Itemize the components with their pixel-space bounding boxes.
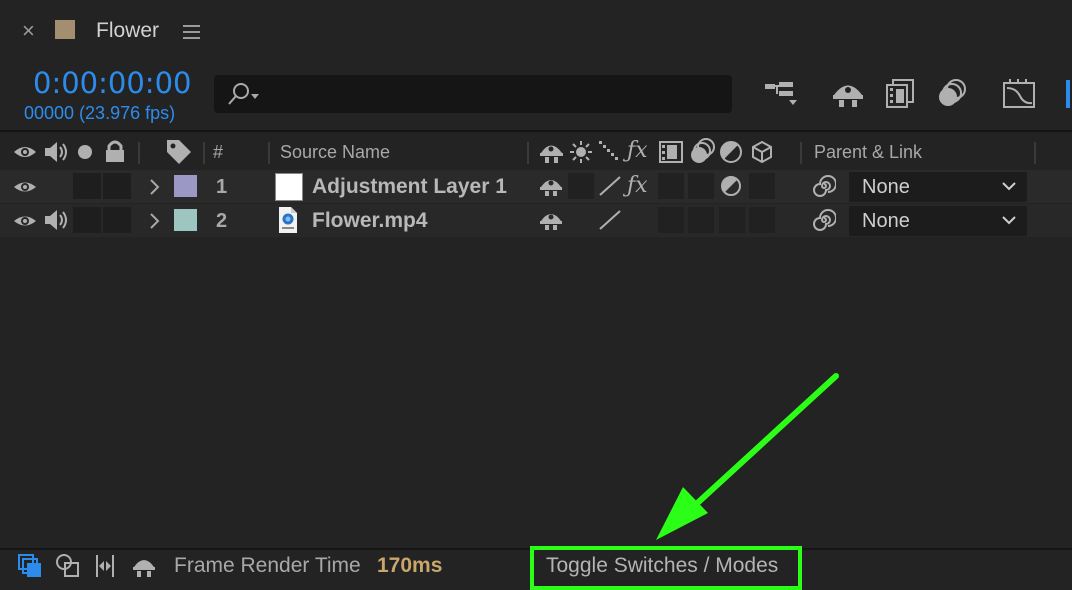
- frame-blend-switch[interactable]: [658, 207, 684, 233]
- collapse-transformations-icon[interactable]: [569, 140, 593, 164]
- adjustment-switch[interactable]: [719, 207, 745, 233]
- lock-switch[interactable]: [103, 207, 131, 233]
- solo-switch[interactable]: [73, 207, 101, 233]
- layer-number: 1: [216, 176, 228, 198]
- frame-render-time-label: Frame Render Time: [174, 554, 361, 577]
- chevron-down-icon: [1001, 214, 1017, 226]
- label-tag-icon[interactable]: [165, 138, 193, 164]
- layer-row[interactable]: 2 Flower.mp4 None: [0, 204, 1072, 237]
- column-parent-link-header[interactable]: Parent & Link: [814, 142, 922, 163]
- overflow-icon[interactable]: [1064, 78, 1072, 110]
- 3d-layer-switch[interactable]: [749, 173, 775, 199]
- in-out-duration-toggle-icon[interactable]: [92, 553, 118, 579]
- panel-tab-bar: [0, 0, 1072, 62]
- quality-best-icon[interactable]: [598, 175, 622, 197]
- lock-icon[interactable]: [104, 139, 126, 163]
- layer-row[interactable]: 1 Adjustment Layer 1 ƒx None: [0, 170, 1072, 203]
- composition-color-swatch: [55, 20, 75, 39]
- eye-icon[interactable]: [13, 142, 37, 162]
- layer-switches-toggle-icon[interactable]: [17, 553, 43, 579]
- search-input[interactable]: [214, 75, 732, 113]
- motion-blur-switch[interactable]: [688, 207, 714, 233]
- frame-blend-icon[interactable]: [659, 140, 683, 164]
- frame-count-display: 00000 (23.976 fps): [24, 103, 176, 123]
- render-time-toggle-icon[interactable]: [130, 553, 158, 579]
- solo-switch[interactable]: [73, 173, 101, 199]
- solo-icon[interactable]: [77, 144, 93, 160]
- quality-best-icon[interactable]: [598, 209, 622, 231]
- draft-3d-icon[interactable]: [831, 78, 865, 110]
- chevron-down-icon: [1001, 180, 1017, 192]
- effects-fx-icon[interactable]: ƒx: [627, 138, 648, 163]
- shy-icon[interactable]: [538, 209, 564, 231]
- eye-icon[interactable]: [13, 178, 37, 196]
- pick-whip-icon[interactable]: [812, 174, 836, 198]
- composition-mini-flowchart-icon[interactable]: [763, 78, 799, 110]
- eye-icon[interactable]: [13, 212, 37, 230]
- frame-blend-switch[interactable]: [658, 173, 684, 199]
- motion-blur-switch[interactable]: [688, 173, 714, 199]
- parent-dropdown[interactable]: None: [849, 172, 1027, 202]
- column-source-name-header[interactable]: Source Name: [280, 142, 390, 163]
- expand-chevron-icon[interactable]: [148, 178, 160, 196]
- expand-chevron-icon[interactable]: [148, 212, 160, 230]
- adjustment-layer-icon[interactable]: [719, 140, 743, 164]
- composition-tab-title[interactable]: Flower: [96, 19, 159, 43]
- collapse-switch[interactable]: [568, 173, 594, 199]
- transfer-controls-toggle-icon[interactable]: [55, 553, 81, 579]
- layer-number: 2: [216, 210, 228, 232]
- adjustment-layer-thumbnail: [275, 173, 303, 201]
- effects-fx-icon[interactable]: ƒx: [627, 173, 648, 198]
- pick-whip-icon[interactable]: [812, 208, 836, 232]
- motion-blur-switch-icon[interactable]: [688, 138, 716, 166]
- frame-render-time-value: 170ms: [377, 554, 443, 577]
- 3d-layer-switch[interactable]: [749, 207, 775, 233]
- parent-value: None: [862, 210, 910, 232]
- column-number-header: #: [213, 142, 224, 162]
- shy-icon[interactable]: [538, 175, 564, 197]
- layer-column-header: # Source Name ƒx Parent & Link: [0, 130, 1072, 174]
- search-icon[interactable]: [224, 80, 264, 110]
- quality-icon[interactable]: [598, 140, 622, 164]
- parent-value: None: [862, 176, 910, 198]
- motion-blur-icon[interactable]: [935, 78, 969, 110]
- audio-icon[interactable]: [43, 208, 69, 232]
- parent-dropdown[interactable]: None: [849, 206, 1027, 236]
- 3d-layer-icon[interactable]: [750, 140, 774, 164]
- close-tab-button[interactable]: ×: [22, 20, 35, 42]
- hamburger-menu-icon[interactable]: [183, 24, 201, 40]
- adjustment-layer-icon[interactable]: [719, 175, 743, 197]
- video-file-icon: [277, 206, 299, 234]
- audio-icon[interactable]: [43, 140, 69, 164]
- graph-editor-icon[interactable]: [1002, 78, 1038, 110]
- layer-name[interactable]: Flower.mp4: [312, 209, 428, 233]
- layer-label-color[interactable]: [174, 175, 197, 197]
- shy-icon[interactable]: [538, 140, 566, 164]
- current-time-display[interactable]: 0:00:00:00: [33, 66, 191, 100]
- layer-name[interactable]: Adjustment Layer 1: [312, 175, 507, 199]
- frame-blending-icon[interactable]: [885, 78, 917, 110]
- layer-label-color[interactable]: [174, 209, 197, 231]
- lock-switch[interactable]: [103, 173, 131, 199]
- toggle-switches-modes-button[interactable]: Toggle Switches / Modes: [546, 554, 778, 578]
